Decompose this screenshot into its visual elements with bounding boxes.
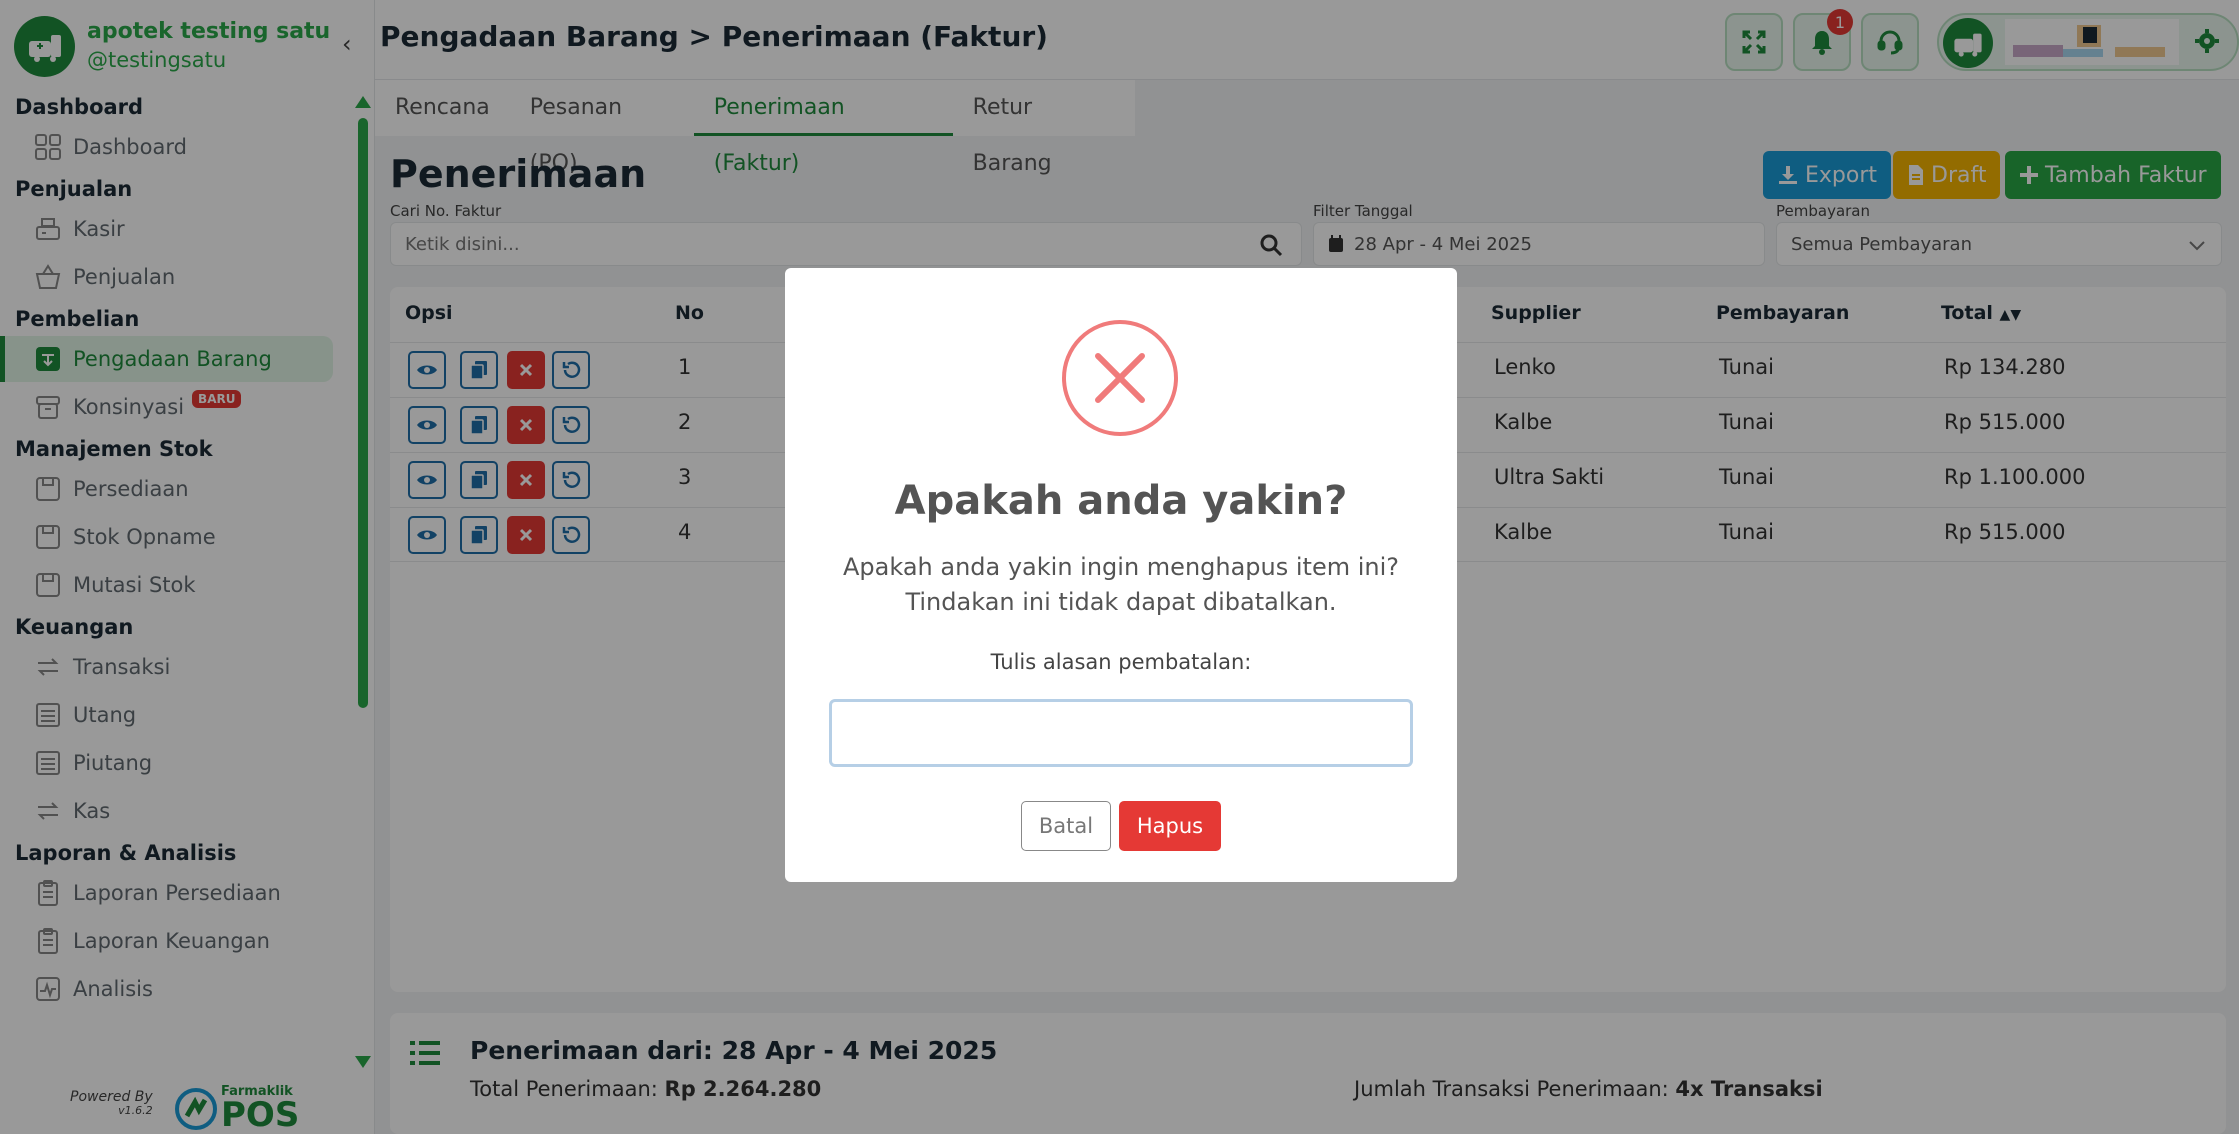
delete-confirm-button[interactable]: Hapus bbox=[1119, 801, 1221, 851]
cancel-button[interactable]: Batal bbox=[1021, 801, 1111, 851]
cancel-reason-input[interactable] bbox=[829, 699, 1413, 767]
dialog-message-line1: Apakah anda yakin ingin menghapus item i… bbox=[842, 553, 1400, 581]
delete-confirm-dialog: Apakah anda yakin? Apakah anda yakin ing… bbox=[785, 268, 1457, 882]
dialog-message: Apakah anda yakin ingin menghapus item i… bbox=[825, 550, 1417, 620]
cancel-reason-label: Tulis alasan pembatalan: bbox=[990, 650, 1252, 674]
dialog-title: Apakah anda yakin? bbox=[894, 478, 1348, 524]
error-x-icon bbox=[1062, 320, 1178, 436]
dialog-message-line2: Tindakan ini tidak dapat dibatalkan. bbox=[905, 588, 1337, 616]
